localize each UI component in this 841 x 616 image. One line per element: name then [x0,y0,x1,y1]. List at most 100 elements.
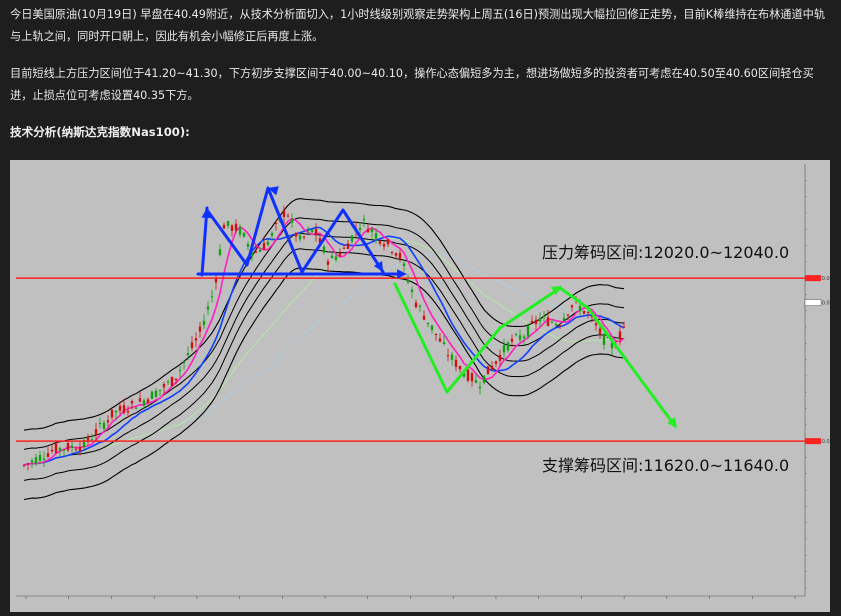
candle-body [158,389,162,391]
candle-body [38,454,42,461]
candle-body [362,218,366,221]
candle-body [102,422,106,429]
candle-body [270,233,274,236]
candle-body [366,228,370,233]
candle-body [194,338,198,341]
candle-body [254,251,258,253]
candle-body [262,242,266,250]
candle-body [402,263,406,267]
candle-body [538,318,542,322]
candle-body [490,365,494,370]
candle-body [170,377,174,387]
nasdaq-chart: 12020.011960.011620.0 压力筹码区间:12020.0~120… [10,160,830,612]
candle-body [414,302,418,308]
candle-body [474,380,478,383]
candle-body [326,261,330,265]
candle-body [598,328,602,334]
resistance-zone-label: 压力筹码区间:12020.0~12040.0 [542,243,789,262]
candle-body [298,235,302,240]
candle-body [530,320,534,323]
candle-body [174,378,178,380]
candle-body [290,219,294,223]
candle-body [162,384,166,388]
candle-body [50,449,54,452]
chart-background [10,160,830,612]
candle-body [406,279,410,283]
candle-body [594,323,598,326]
candle-body [374,233,378,239]
candle-body [166,381,170,383]
candle-body [502,344,506,353]
candle-body [310,229,314,233]
candle-body [478,386,482,389]
candle-body [602,333,606,345]
candle-body [370,229,374,233]
candle-body [470,373,474,382]
candle-body [418,305,422,307]
candle-body [138,398,142,402]
candle-body [358,228,362,230]
candle-body [46,453,50,457]
candle-body [118,405,122,411]
candle-body [586,312,590,314]
candle-body [230,225,234,231]
candle-body [30,460,34,463]
candle-body [134,407,138,409]
support-zone-label: 支撑筹码区间:11620.0~11640.0 [542,456,789,475]
candle-body [334,256,338,261]
candle-body [66,442,70,451]
candle-body [486,366,490,375]
candle-body [34,457,38,464]
candle-body [426,322,430,325]
candle-body [618,331,622,340]
candle-body [246,244,250,247]
candle-body [258,249,262,252]
candle-body [282,210,286,217]
candle-body [514,334,518,336]
candle-body [222,224,226,229]
candle-body [142,400,146,406]
candle-body [506,342,510,351]
candle-body [214,278,218,283]
candle-body [550,321,554,323]
candle-body [482,375,486,383]
article-paragraph-2: 目前短线上方压力区间位于41.20~41.30，下方初步支撑区间于40.00~4… [10,67,814,102]
candle-body [62,449,66,451]
candle-body [410,289,414,292]
candle-body [582,310,586,314]
candle-body [458,366,462,370]
candle-body [422,315,426,320]
candle-body [306,230,310,232]
candle-body [390,252,394,254]
candle-body [494,361,498,364]
candle-body [114,410,118,413]
candle-body [518,335,522,340]
candle-body [386,239,390,245]
candle-body [554,323,558,326]
candle-body [434,333,438,336]
candle-body [510,338,514,342]
candle-body [342,247,346,249]
support-price-marker [805,438,821,445]
candle-body [330,255,334,259]
candle-body [22,464,26,466]
candle-body [202,320,206,326]
candle-body [122,405,126,413]
candle-body [206,306,210,310]
candle-body [54,443,58,453]
candle-body [94,429,98,435]
candle-body [442,342,446,344]
analysis-heading: 技术分析(纳斯达克指数Nas100): [10,125,190,139]
candle-body [74,449,78,451]
candle-body [182,361,186,363]
candle-body [454,359,458,367]
candle-body [198,326,202,332]
candle-body [398,252,402,259]
candle-body [570,305,574,308]
candle-body [446,355,450,357]
resistance-price-marker [805,275,821,282]
candle-body [322,246,326,253]
candle-body [210,296,214,298]
candle-body [242,232,246,237]
candle-body [26,463,30,465]
